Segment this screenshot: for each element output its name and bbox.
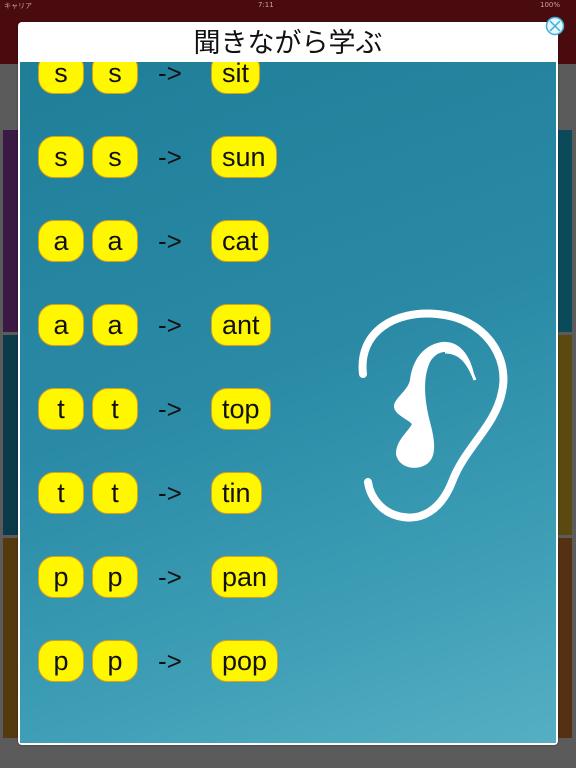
ear-icon	[358, 309, 508, 522]
letter-chip[interactable]: a	[38, 304, 84, 346]
arrow-label: ->	[158, 62, 182, 88]
word-chip[interactable]: top	[211, 388, 271, 430]
time-label: 7:11	[258, 1, 274, 9]
letter-chip[interactable]: p	[92, 640, 138, 682]
letter-chip[interactable]: a	[38, 220, 84, 262]
phonics-row: s s -> sun	[20, 136, 320, 180]
phonics-row: t t -> top	[20, 388, 320, 432]
phonics-row: s s -> sit	[20, 62, 320, 96]
carrier-label: キャリア	[4, 2, 32, 10]
word-chip[interactable]: sun	[211, 136, 277, 178]
listen-modal: 聞きながら学ぶ s s -> sit s s -> sun a a -> cat a a -> ant t t ->…	[18, 22, 558, 745]
letter-chip[interactable]: t	[38, 472, 84, 514]
phonics-row: a a -> ant	[20, 304, 320, 348]
arrow-label: ->	[158, 394, 182, 424]
letter-chip[interactable]: p	[92, 556, 138, 598]
arrow-label: ->	[158, 646, 182, 676]
letter-chip[interactable]: a	[92, 304, 138, 346]
modal-title: 聞きながら学ぶ	[193, 28, 383, 59]
phonics-row: t t -> tin	[20, 472, 320, 516]
word-chip[interactable]: tin	[211, 472, 262, 514]
word-chip[interactable]: sit	[211, 62, 260, 94]
phonics-row: p p -> pan	[20, 556, 320, 600]
word-chip[interactable]: pop	[211, 640, 279, 682]
close-icon[interactable]	[545, 16, 565, 36]
arrow-label: ->	[158, 142, 182, 172]
battery-label: 100%	[540, 1, 561, 9]
letter-chip[interactable]: t	[92, 472, 138, 514]
word-chip[interactable]: cat	[211, 220, 270, 262]
letter-chip[interactable]: p	[38, 556, 84, 598]
word-chip[interactable]: ant	[211, 304, 271, 346]
letter-chip[interactable]: p	[38, 640, 84, 682]
arrow-label: ->	[158, 562, 182, 592]
phonics-row: a a -> cat	[20, 220, 320, 264]
phonics-list[interactable]: s s -> sit s s -> sun a a -> cat a a -> ant t t -> top t t -> t…	[20, 62, 556, 743]
letter-chip[interactable]: s	[38, 136, 84, 178]
arrow-label: ->	[158, 310, 182, 340]
letter-chip[interactable]: s	[92, 62, 138, 94]
arrow-label: ->	[158, 478, 182, 508]
letter-chip[interactable]: s	[92, 136, 138, 178]
word-chip[interactable]: pan	[211, 556, 279, 598]
letter-chip[interactable]: s	[38, 62, 84, 94]
arrow-label: ->	[158, 226, 182, 256]
letter-chip[interactable]: t	[92, 388, 138, 430]
letter-chip[interactable]: a	[92, 220, 138, 262]
phonics-row: p p -> pop	[20, 640, 320, 684]
letter-chip[interactable]: t	[38, 388, 84, 430]
